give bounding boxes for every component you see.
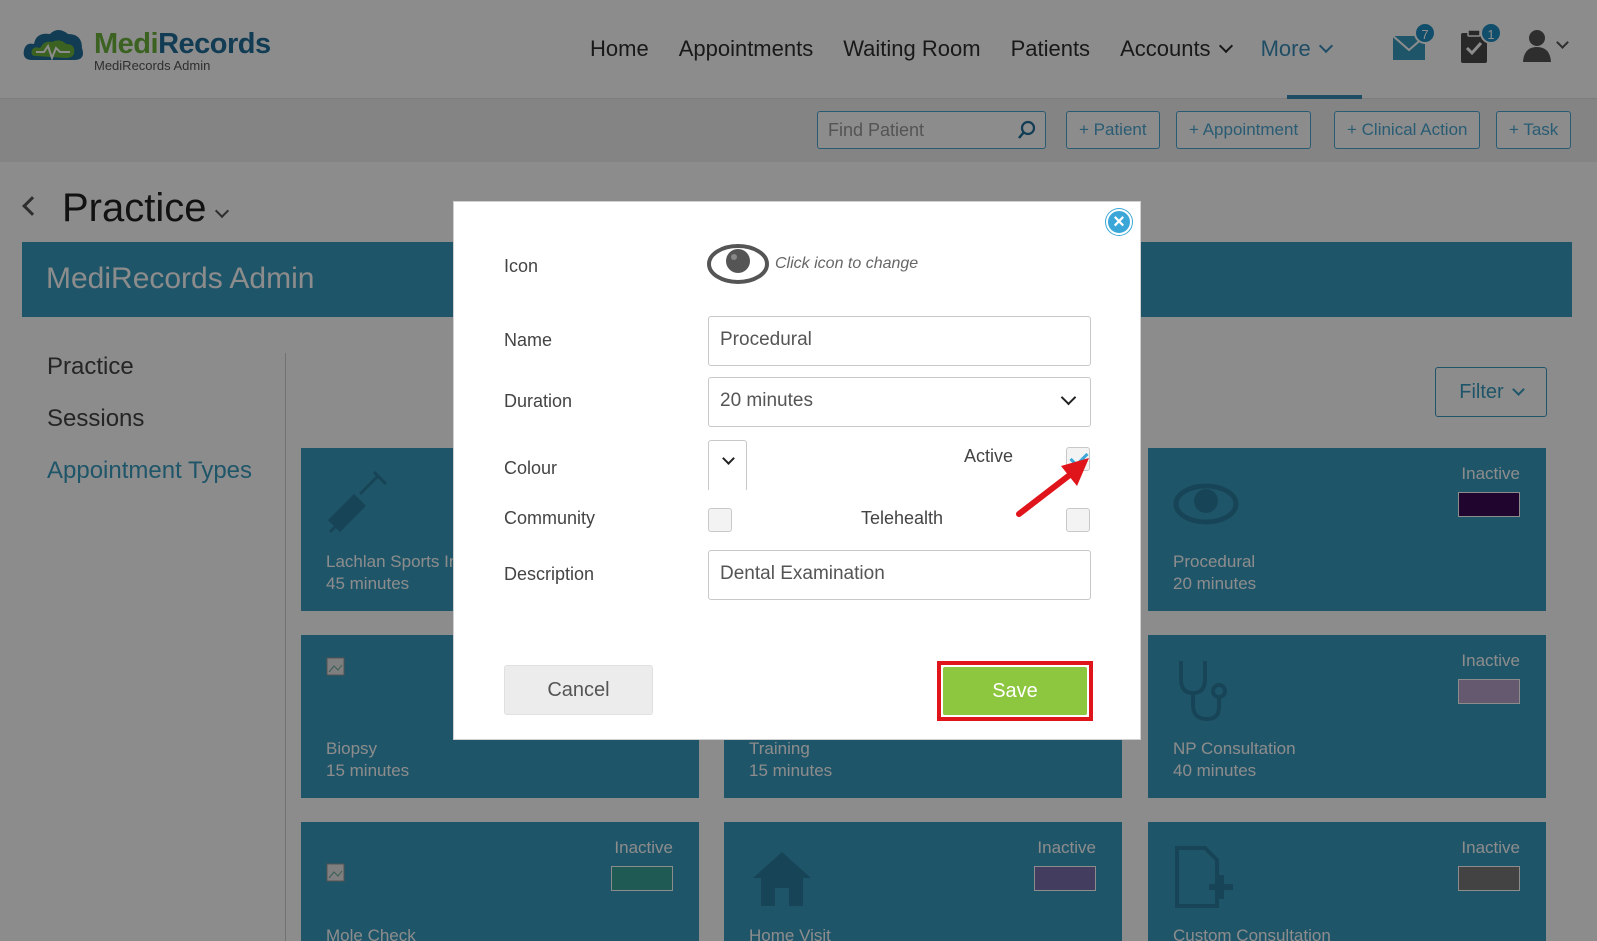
name-value: Procedural [720, 329, 812, 350]
community-label: Community [504, 508, 596, 528]
telehealth-label: Telehealth [861, 508, 944, 528]
close-icon[interactable]: × [1106, 209, 1132, 235]
colour-label: Colour [504, 458, 558, 478]
community-checkbox[interactable] [708, 508, 732, 532]
description-input[interactable]: Dental Examination [708, 550, 1091, 600]
chevron-down-icon [1060, 389, 1077, 406]
save-button-highlight: Save [937, 661, 1093, 721]
name-label: Name [504, 330, 553, 350]
description-label: Description [504, 564, 595, 584]
duration-select[interactable]: 20 minutes [708, 377, 1091, 427]
duration-label: Duration [504, 391, 573, 411]
cancel-button[interactable]: Cancel [504, 665, 653, 715]
icon-change-hint: Click icon to change [775, 255, 919, 272]
duration-value: 20 minutes [720, 390, 813, 411]
name-input[interactable]: Procedural [708, 316, 1091, 366]
icon-label: Icon [504, 256, 539, 276]
eye-icon[interactable] [707, 243, 769, 285]
chevron-down-icon [722, 452, 735, 465]
active-label: Active [964, 446, 1014, 466]
colour-select[interactable] [708, 440, 747, 490]
description-value: Dental Examination [720, 563, 885, 584]
save-button[interactable]: Save [943, 667, 1087, 715]
red-arrow-annotation-icon [1016, 458, 1089, 517]
